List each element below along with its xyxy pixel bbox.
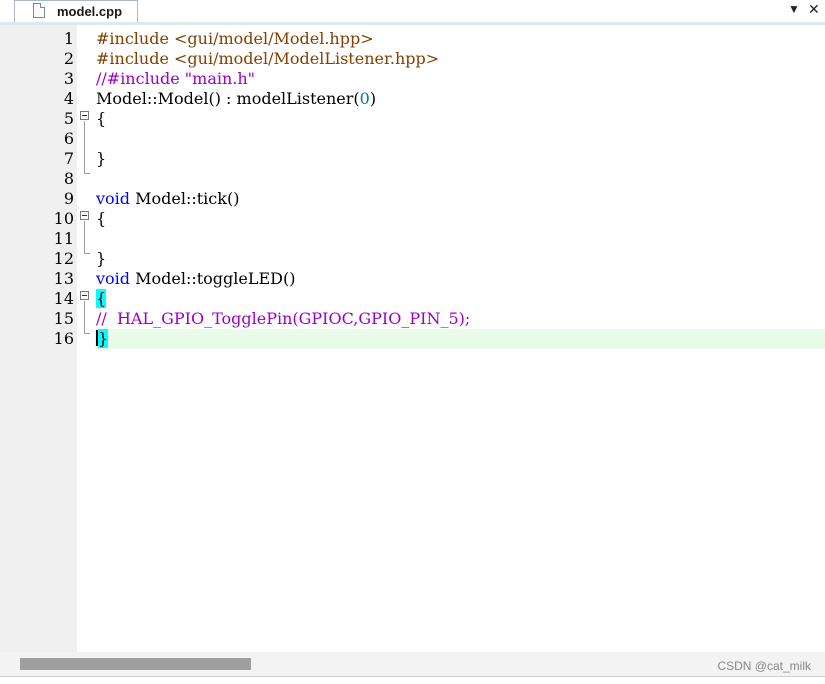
- line-number: 3: [63, 69, 74, 88]
- line-number: 15: [53, 309, 74, 328]
- code-line[interactable]: void Model::toggleLED(): [96, 269, 296, 289]
- code-line[interactable]: void Model::tick(): [96, 189, 239, 209]
- code-token: // HAL_GPIO_TogglePin(GPIOC,GPIO_PIN_5);: [96, 309, 471, 328]
- fold-toggle-icon[interactable]: [80, 291, 89, 300]
- code-token: }: [98, 329, 109, 348]
- fold-toggle-icon[interactable]: [80, 211, 89, 220]
- line-number: 10: [53, 209, 74, 228]
- file-tab[interactable]: model.cpp: [14, 0, 138, 22]
- line-number: 14: [53, 289, 74, 308]
- current-line-highlight: [95, 329, 825, 349]
- code-token: 0: [359, 89, 370, 108]
- fold-end-marker: [84, 333, 90, 334]
- watermark: CSDN @cat_milk: [717, 659, 811, 673]
- line-number: 6: [63, 129, 74, 148]
- document-icon: [33, 3, 45, 18]
- code-token: //#include "main.h": [96, 69, 256, 88]
- line-number: 2: [63, 49, 74, 68]
- line-number: 12: [53, 249, 74, 268]
- horizontal-scrollbar[interactable]: [0, 652, 825, 676]
- code-line[interactable]: }: [96, 329, 109, 349]
- scrollbar-thumb[interactable]: [20, 658, 251, 670]
- line-number: 4: [63, 89, 74, 108]
- code-editor[interactable]: 1 #include <gui/model/Model.hpp> 2 #include…: [0, 25, 825, 652]
- fold-line: [84, 221, 85, 253]
- code-token: #include <gui/model/ModelListener.hpp>: [96, 49, 440, 68]
- code-line[interactable]: }: [96, 149, 106, 169]
- code-line[interactable]: Model::Model() : modelListener(0): [96, 89, 376, 109]
- code-token: Model::toggleLED(): [130, 269, 296, 288]
- fold-line: [84, 121, 85, 173]
- code-token: {: [96, 109, 107, 128]
- code-token: void: [96, 269, 131, 288]
- code-line[interactable]: #include <gui/model/Model.hpp>: [96, 29, 374, 49]
- code-token: ): [369, 89, 377, 108]
- code-line[interactable]: //#include "main.h": [96, 69, 255, 89]
- fold-end-marker: [84, 173, 90, 174]
- code-token: Model::tick(): [130, 189, 240, 208]
- code-token: {: [96, 289, 107, 308]
- line-number: 16: [53, 329, 74, 348]
- code-token: }: [96, 149, 107, 168]
- close-tab-icon[interactable]: ✕: [808, 1, 820, 18]
- line-number: 11: [53, 229, 74, 248]
- code-line[interactable]: {: [96, 289, 107, 309]
- code-token: void: [96, 189, 131, 208]
- tab-bar: model.cpp ▼ ✕: [0, 0, 825, 25]
- fold-toggle-icon[interactable]: [80, 111, 89, 120]
- line-number: 8: [63, 169, 74, 188]
- fold-end-marker: [84, 253, 90, 254]
- line-number: 9: [63, 189, 74, 208]
- tab-filename: model.cpp: [57, 4, 123, 19]
- line-number: 7: [63, 149, 74, 168]
- code-line[interactable]: {: [96, 109, 106, 129]
- line-number: 13: [53, 269, 74, 288]
- code-token: }: [96, 249, 107, 268]
- code-line[interactable]: {: [96, 209, 106, 229]
- line-number: 1: [63, 29, 74, 48]
- code-token: {: [96, 209, 107, 228]
- code-line[interactable]: #include <gui/model/ModelListener.hpp>: [96, 49, 439, 69]
- code-token: Model::Model() : modelListener(: [96, 89, 360, 108]
- code-line[interactable]: }: [96, 249, 106, 269]
- code-line[interactable]: // HAL_GPIO_TogglePin(GPIOC,GPIO_PIN_5);: [96, 309, 470, 329]
- code-token: #include <gui/model/Model.hpp>: [96, 29, 374, 48]
- tab-list-dropdown-icon[interactable]: ▼: [788, 2, 800, 16]
- fold-line: [84, 301, 85, 333]
- line-number: 5: [63, 109, 74, 128]
